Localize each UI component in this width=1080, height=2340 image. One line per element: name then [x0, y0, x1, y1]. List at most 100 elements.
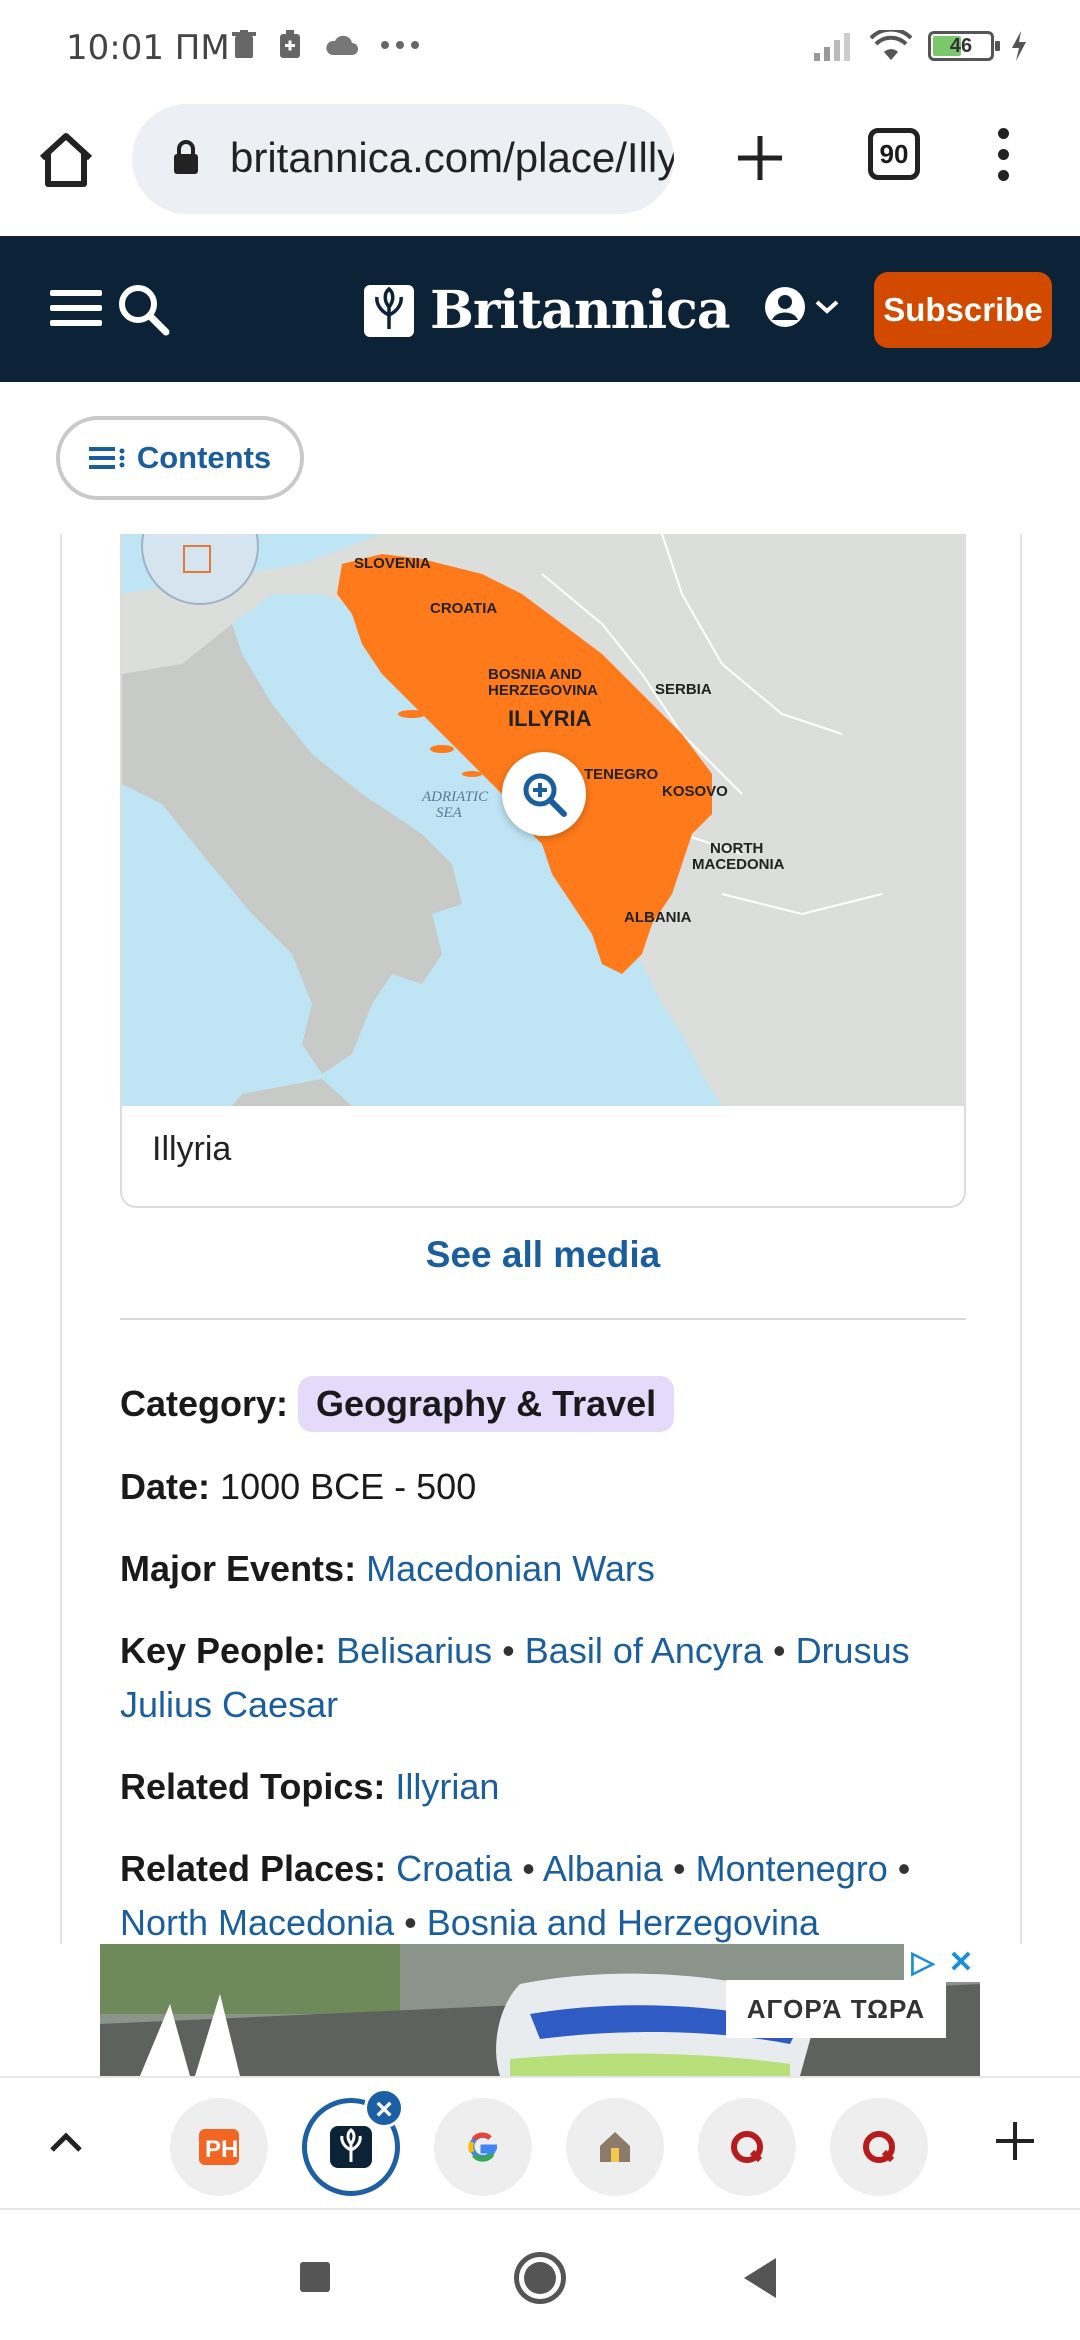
svg-text:PH: PH — [205, 2136, 238, 2163]
battery-saver-notification-icon — [280, 30, 300, 58]
category-badge[interactable]: Geography & Travel — [298, 1376, 675, 1432]
map-label-bosnia-2: HERZEGOVINA — [488, 682, 598, 699]
map-label-slovenia: SLOVENIA — [354, 555, 431, 572]
trash-notification-icon — [232, 30, 256, 58]
media-caption: Illyria — [152, 1130, 232, 1168]
tab-q-site-2[interactable] — [830, 2098, 928, 2196]
ph-site-icon: PH — [199, 2129, 239, 2165]
home-nav-icon[interactable] — [514, 2252, 566, 2304]
bottom-tab-bar: PH × — [0, 2076, 1080, 2210]
battery-percent: 46 — [949, 35, 973, 57]
tab-home-site[interactable] — [566, 2098, 664, 2196]
map-label-serbia: SERBIA — [655, 681, 712, 698]
major-event-link[interactable]: Macedonian Wars — [366, 1548, 655, 1589]
browser-toolbar: britannica.com/place/Illyria 90 — [0, 98, 1080, 236]
search-icon[interactable] — [116, 282, 172, 338]
ad-choices-icon[interactable]: ▷ — [904, 1944, 942, 1982]
map-label-kosovo: KOSOVO — [662, 783, 728, 800]
more-notifications-icon — [381, 41, 419, 49]
fact-related-places: Related Places: Croatia • Albania • Mont… — [120, 1848, 911, 1943]
back-icon[interactable] — [744, 2258, 776, 2298]
browser-menu-icon[interactable] — [988, 128, 1018, 188]
article-body: SLOVENIA CROATIA BOSNIA AND HERZEGOVINA … — [60, 534, 1022, 1944]
map-label-bosnia-1: BOSNIA AND — [488, 666, 582, 683]
account-menu[interactable] — [764, 286, 840, 328]
ad-close-icon[interactable]: ✕ — [942, 1944, 980, 1982]
media-card[interactable]: SLOVENIA CROATIA BOSNIA AND HERZEGOVINA … — [120, 534, 966, 1208]
related-place-link[interactable]: Bosnia and Herzegovina — [427, 1902, 819, 1943]
contents-bar: Contents — [0, 382, 1080, 534]
site-header: Britannica Subscribe — [0, 236, 1080, 382]
thistle-logo-icon — [364, 284, 414, 337]
fact-date: Date: 1000 BCE - 500 — [120, 1460, 980, 1514]
related-place-link[interactable]: Croatia — [396, 1848, 512, 1889]
tab-switcher-button[interactable]: 90 — [868, 128, 920, 180]
related-place-link[interactable]: North Macedonia — [120, 1902, 394, 1943]
system-status-icons: 46 — [814, 30, 1028, 62]
list-icon — [88, 447, 125, 469]
zoom-in-button[interactable] — [502, 752, 586, 836]
new-tab-icon[interactable] — [732, 130, 788, 186]
address-bar[interactable]: britannica.com/place/Illyria — [132, 104, 674, 214]
fact-key-people: Key People: Belisarius • Basil of Ancyra… — [120, 1630, 910, 1725]
google-icon — [468, 2132, 497, 2162]
category-label: Category: — [120, 1383, 289, 1424]
tab-ph[interactable]: PH — [170, 2098, 268, 2196]
map-label-illyria: ILLYRIA — [508, 706, 592, 731]
cloud-notification-icon — [326, 35, 358, 55]
system-nav-bar — [0, 2210, 1080, 2340]
map-label-adriatic-1: ADRIATIC — [421, 789, 489, 805]
ad-controls: ▷ ✕ — [904, 1944, 980, 1982]
charging-bolt-icon — [1012, 31, 1026, 61]
divider — [120, 1318, 966, 1320]
related-topic-link[interactable]: Illyrian — [395, 1766, 499, 1807]
key-person-link[interactable]: Basil of Ancyra — [525, 1630, 763, 1671]
add-tab-icon[interactable] — [992, 2118, 1038, 2164]
map-label-croatia: CROATIA — [430, 600, 497, 617]
hamburger-menu-icon[interactable] — [50, 290, 102, 335]
user-account-icon — [765, 287, 805, 327]
status-bar: 10:01 ПМ 46 — [0, 0, 1080, 98]
fact-major-events: Major Events: Macedonian Wars — [120, 1542, 980, 1596]
major-events-label: Major Events: — [120, 1548, 357, 1589]
brand-name: Britannica — [430, 280, 731, 341]
britannica-logo[interactable]: Britannica — [364, 280, 731, 341]
url-text: britannica.com/place/Illyria — [230, 134, 674, 181]
fact-related-topics: Related Topics: Illyrian — [120, 1760, 980, 1814]
related-topics-label: Related Topics: — [120, 1766, 386, 1807]
map-label-albania: ALBANIA — [624, 909, 692, 926]
recent-apps-icon[interactable] — [300, 2262, 330, 2292]
home-icon[interactable] — [32, 126, 100, 194]
facts-box: Category: Geography & Travel Date: 1000 … — [120, 1376, 980, 1978]
battery-icon: 46 — [928, 31, 1000, 61]
contents-button[interactable]: Contents — [56, 416, 304, 500]
date-value: 1000 BCE - 500 — [220, 1466, 477, 1507]
house-site-icon — [600, 2132, 630, 2162]
subscribe-button[interactable]: Subscribe — [874, 272, 1052, 348]
zoom-in-icon — [523, 773, 567, 817]
fact-category: Category: Geography & Travel — [120, 1376, 980, 1432]
related-place-link[interactable]: Montenegro — [696, 1848, 888, 1889]
q-site-icon — [731, 2131, 763, 2163]
date-label: Date: — [120, 1466, 211, 1507]
see-all-media-link[interactable]: See all media — [62, 1234, 1024, 1276]
ad-banner[interactable]: ΑΓΟΡΆ ΤΩΡΑ ▷ ✕ — [100, 1944, 980, 2076]
related-places-label: Related Places: — [120, 1848, 387, 1889]
related-place-link[interactable]: Albania — [543, 1848, 663, 1889]
tab-google[interactable] — [434, 2098, 532, 2196]
key-person-link[interactable]: Belisarius — [336, 1630, 492, 1671]
status-time: 10:01 ПМ — [66, 28, 230, 68]
close-tab-icon[interactable]: × — [364, 2088, 404, 2128]
ad-cta-button[interactable]: ΑΓΟΡΆ ΤΩΡΑ — [726, 1980, 946, 2038]
lock-icon — [174, 140, 198, 174]
contents-label: Contents — [136, 440, 272, 475]
chevron-up-icon[interactable] — [46, 2122, 86, 2162]
notification-icons — [232, 30, 420, 60]
key-people-label: Key People: — [120, 1630, 327, 1671]
britannica-tab-icon — [330, 2126, 372, 2168]
map-label-montenegro: TENEGRO — [584, 766, 659, 783]
tab-q-site-1[interactable] — [698, 2098, 796, 2196]
q-site-icon — [863, 2131, 895, 2163]
map-label-north-macedonia-2: MACEDONIA — [692, 856, 785, 873]
chevron-down-icon — [815, 300, 839, 314]
